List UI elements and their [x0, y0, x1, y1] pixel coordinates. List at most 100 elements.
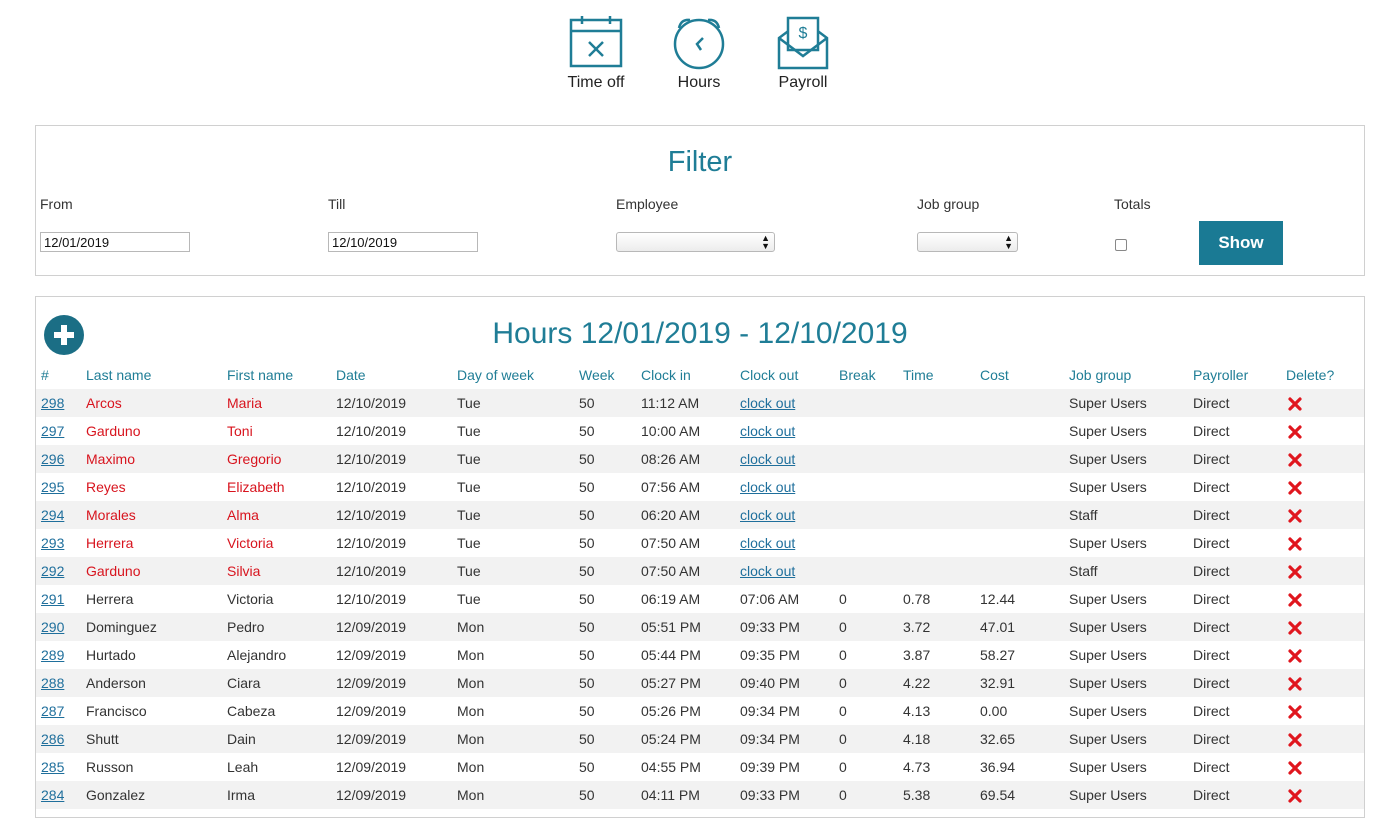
entry-id-link[interactable]: 293	[41, 535, 64, 551]
clock-in: 07:56 AM	[641, 479, 701, 495]
totals-checkbox[interactable]	[1115, 239, 1127, 251]
first-name: Alma	[227, 507, 259, 523]
delete-icon[interactable]	[1288, 565, 1302, 579]
delete-icon[interactable]	[1288, 397, 1302, 411]
date: 12/09/2019	[336, 675, 407, 691]
clock-out-link[interactable]: clock out	[740, 423, 795, 439]
cost: 32.91	[980, 675, 1016, 691]
job-group: Staff	[1069, 563, 1098, 579]
delete-icon[interactable]	[1288, 761, 1302, 775]
col-header[interactable]: Delete?	[1286, 367, 1334, 383]
date: 12/10/2019	[336, 479, 407, 495]
delete-icon[interactable]	[1288, 481, 1302, 495]
job-group: Super Users	[1069, 451, 1147, 467]
col-header[interactable]: Day of week	[457, 367, 534, 383]
employee-select[interactable]: ▲ ▼	[616, 232, 775, 252]
break: 0	[839, 675, 847, 691]
table-row: 293 Herrera Victoria 12/10/2019 Tue 50 07:50 A…	[36, 529, 1364, 557]
entry-id-link[interactable]: 285	[41, 759, 64, 775]
clock-in: 06:20 AM	[641, 507, 701, 523]
delete-icon[interactable]	[1288, 537, 1302, 551]
clock-out-link[interactable]: clock out	[740, 479, 795, 495]
first-name: Victoria	[227, 591, 274, 607]
col-header[interactable]: Date	[336, 367, 366, 383]
date: 12/10/2019	[336, 507, 407, 523]
nav-time-off[interactable]: Time off	[551, 14, 641, 92]
job-group: Super Users	[1069, 479, 1147, 495]
entry-id-link[interactable]: 295	[41, 479, 64, 495]
col-header[interactable]: Cost	[980, 367, 1009, 383]
entry-id-link[interactable]: 287	[41, 703, 64, 719]
delete-icon[interactable]	[1288, 649, 1302, 663]
break: 0	[839, 787, 847, 803]
week: 50	[579, 535, 595, 551]
first-name: Elizabeth	[227, 479, 285, 495]
first-name: Pedro	[227, 619, 265, 635]
entry-id-link[interactable]: 290	[41, 619, 64, 635]
clock-out-link[interactable]: clock out	[740, 395, 795, 411]
delete-icon[interactable]	[1288, 593, 1302, 607]
col-header[interactable]: First name	[227, 367, 293, 383]
nav-label: Time off	[567, 74, 625, 91]
col-header[interactable]: Job group	[1069, 367, 1131, 383]
week: 50	[579, 703, 595, 719]
first-name: Gregorio	[227, 451, 282, 467]
last-name: Anderson	[86, 675, 146, 691]
col-header[interactable]: Time	[903, 367, 934, 383]
entry-id-link[interactable]: 284	[41, 787, 64, 803]
entry-id-link[interactable]: 288	[41, 675, 64, 691]
first-name: Irma	[227, 787, 255, 803]
from-date-input[interactable]	[40, 232, 190, 252]
last-name: Reyes	[86, 479, 126, 495]
clock-out-link[interactable]: clock out	[740, 563, 795, 579]
delete-icon[interactable]	[1288, 733, 1302, 747]
clock-out-link[interactable]: clock out	[740, 535, 795, 551]
delete-icon[interactable]	[1288, 425, 1302, 439]
day-of-week: Tue	[457, 479, 481, 495]
entry-id-link[interactable]: 297	[41, 423, 64, 439]
clock-out-link[interactable]: clock out	[740, 451, 795, 467]
col-header[interactable]: Payroller	[1193, 367, 1248, 383]
col-header[interactable]: Clock out	[740, 367, 798, 383]
entry-id-link[interactable]: 286	[41, 731, 64, 747]
entry-id-link[interactable]: 296	[41, 451, 64, 467]
first-name: Dain	[227, 731, 256, 747]
entry-id-link[interactable]: 294	[41, 507, 64, 523]
week: 50	[579, 619, 595, 635]
clock-in: 05:27 PM	[641, 675, 701, 691]
nav-hours[interactable]: Hours	[654, 14, 744, 92]
delete-icon[interactable]	[1288, 509, 1302, 523]
payroller: Direct	[1193, 535, 1230, 551]
last-name: Maximo	[86, 451, 136, 467]
delete-icon[interactable]	[1288, 789, 1302, 803]
entry-id-link[interactable]: 292	[41, 563, 64, 579]
col-header[interactable]: Clock in	[641, 367, 691, 383]
clock-out-link[interactable]: clock out	[740, 507, 795, 523]
payroller: Direct	[1193, 759, 1230, 775]
cost: 12.44	[980, 591, 1016, 607]
clock-in: 05:51 PM	[641, 619, 701, 635]
day-of-week: Tue	[457, 591, 481, 607]
till-date-input[interactable]	[328, 232, 478, 252]
col-header[interactable]: Last name	[86, 367, 151, 383]
job-group-select[interactable]: ▲ ▼	[917, 232, 1018, 252]
hours-table-body: 298 Arcos Maria 12/10/2019 Tue 50 11:12 AM cloc…	[36, 389, 1364, 809]
last-name: Dominguez	[86, 619, 157, 635]
date: 12/10/2019	[336, 423, 407, 439]
entry-id-link[interactable]: 298	[41, 395, 64, 411]
col-header[interactable]: #	[41, 367, 49, 383]
nav-payroll[interactable]: $ Payroll	[758, 14, 848, 92]
clock-in: 05:24 PM	[641, 731, 701, 747]
entry-id-link[interactable]: 289	[41, 647, 64, 663]
col-header[interactable]: Week	[579, 367, 615, 383]
delete-icon[interactable]	[1288, 677, 1302, 691]
col-header[interactable]: Break	[839, 367, 876, 383]
cost: 47.01	[980, 619, 1016, 635]
payroller: Direct	[1193, 619, 1230, 635]
delete-icon[interactable]	[1288, 621, 1302, 635]
table-row: 288 Anderson Ciara 12/09/2019 Mon 50 05:27 PM 0…	[36, 669, 1364, 697]
entry-id-link[interactable]: 291	[41, 591, 64, 607]
show-button[interactable]: Show	[1199, 221, 1283, 265]
delete-icon[interactable]	[1288, 705, 1302, 719]
delete-icon[interactable]	[1288, 453, 1302, 467]
